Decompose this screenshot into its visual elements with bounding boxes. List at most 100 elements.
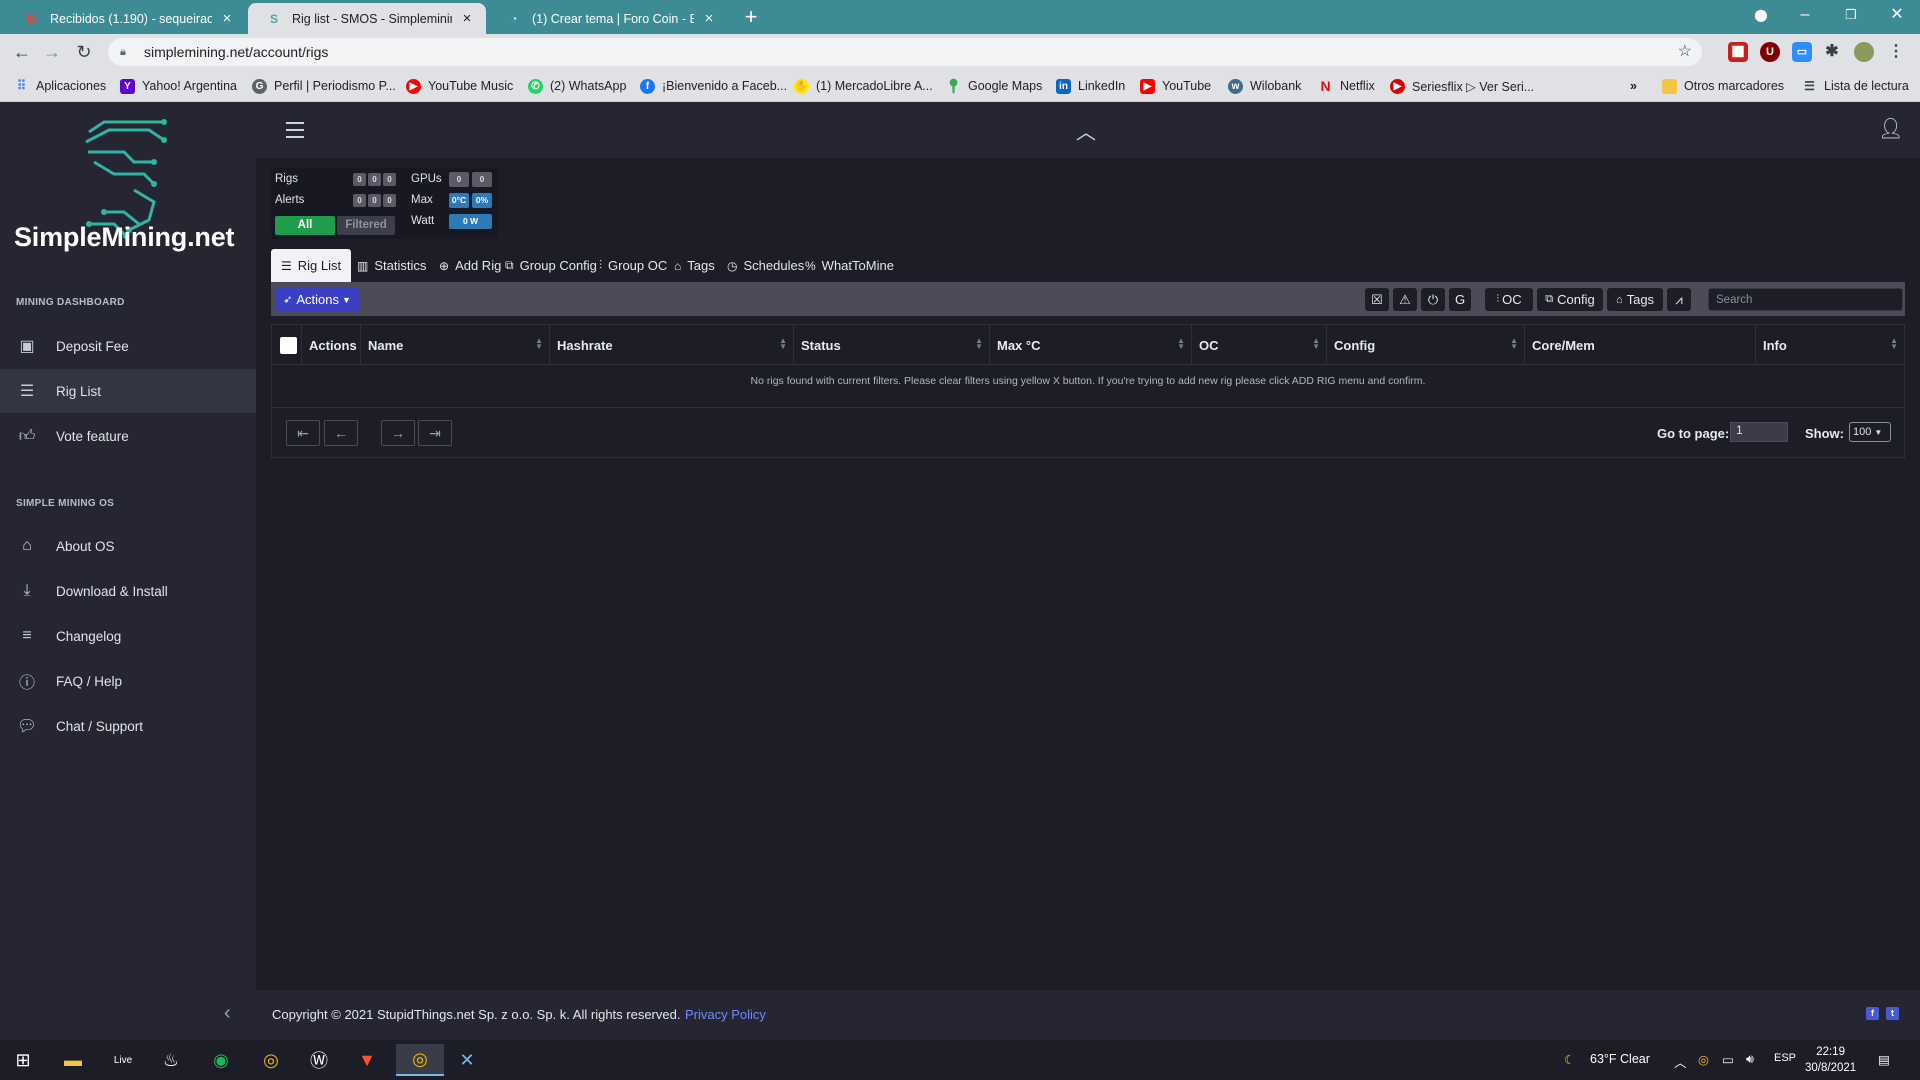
weather-text[interactable]: 63°F Clear [1590,1052,1650,1066]
wordpad-icon[interactable]: Ⓦ [302,1044,336,1076]
clock[interactable]: 22:19 30/8/2021 [1805,1044,1856,1076]
language-indicator[interactable]: ESP [1774,1052,1796,1064]
minimize-button[interactable]: – [1782,0,1828,30]
chevron-up-icon[interactable]: ︿ [1076,116,1096,145]
twitter-icon[interactable]: t [1886,1007,1899,1020]
bookmarks-overflow-button[interactable]: » [1630,78,1637,94]
bookmark-mercadolibre[interactable]: ✋ (1) MercadoLibre A... [794,78,933,94]
chart-view-button[interactable]: ⩘ [1667,288,1691,311]
star-icon[interactable]: ☆ [1678,41,1692,61]
sidebar-item-changelog[interactable]: ≡ Changelog [0,614,256,658]
browser-tab-forocoin[interactable]: ◔ (1) Crear tema | Foro Coin - B Bit × [488,3,728,34]
reading-list[interactable]: ☰ Lista de lectura [1802,78,1909,94]
spotify-icon[interactable]: ◉ [204,1044,238,1076]
power-filter-button[interactable]: ⏻ [1421,288,1445,311]
actions-dropdown-button[interactable]: ➶ Actions ▼ [275,288,359,311]
bookmark-wilobank[interactable]: w Wilobank [1228,78,1301,94]
chrome-tray-icon[interactable]: ◎ [1698,1052,1709,1067]
alert-filter-button[interactable]: ⚠ [1393,288,1417,311]
bookmark-netflix[interactable]: N Netflix [1318,78,1374,94]
network-icon[interactable]: ▭ [1722,1052,1734,1067]
brave-icon[interactable]: ▼ [350,1044,384,1076]
back-arrow-icon[interactable]: ← [10,40,34,64]
previous-page-icon[interactable]: ← [324,420,358,446]
bookmark-youtube-music[interactable]: ▶ YouTube Music [406,78,513,94]
column-header-status[interactable]: Status ▲ ▼ [794,325,990,365]
close-tab-icon[interactable]: × [218,10,236,27]
page-number-input[interactable]: 1 [1730,422,1788,442]
zoom-extension-icon[interactable]: ▭ [1792,42,1812,62]
file-explorer-icon[interactable]: ▬ [56,1044,90,1076]
search-input[interactable] [1708,288,1903,311]
last-page-icon[interactable]: ⇥ [418,420,452,446]
profile-avatar[interactable] [1854,42,1874,62]
bookmark-google-maps[interactable]: 📍︎ Google Maps [945,78,1043,94]
column-header-info[interactable]: Info ▲ ▼ [1756,325,1904,365]
reload-icon[interactable]: ↻ [72,40,96,64]
privacy-policy-link[interactable]: Privacy Policy [685,1007,766,1022]
next-page-icon[interactable]: → [381,420,415,446]
clear-filters-button[interactable]: ☒ [1365,288,1389,311]
column-header-oc[interactable]: OC ▲ ▼ [1192,325,1327,365]
tray-overflow-icon[interactable]: ︿ [1674,1052,1687,1071]
hamburger-menu-icon[interactable] [286,122,304,143]
tab-rig-list[interactable]: ☰ Rig List [271,249,352,282]
forward-arrow-icon[interactable]: → [40,40,64,64]
browser-tab-simplemining[interactable]: S Rig list - SMOS - Simplemining.n × [248,3,486,34]
page-size-select[interactable]: 100 ▼ [1849,422,1891,442]
collapse-sidebar-chevron-icon[interactable]: ‹ [224,1002,231,1025]
tags-filter-button[interactable]: ⌂ Tags [1607,288,1663,311]
column-header-name[interactable]: Name ▲ ▼ [361,325,550,365]
close-tab-icon[interactable]: × [700,10,718,27]
column-header-hashrate[interactable]: Hashrate ▲ ▼ [550,325,794,365]
filter-filtered-button[interactable]: Filtered [337,216,395,235]
tab-search-icon[interactable]: ⬤ [1738,0,1784,30]
bookmark-linkedin[interactable]: in LinkedIn [1056,78,1125,94]
column-header-config[interactable]: Config ▲ ▼ [1327,325,1525,365]
tab-whattomine[interactable]: % WhatToMine [795,249,904,282]
bookmark-facebook[interactable]: f ¡Bienvenido a Faceb... [640,78,787,94]
sidebar-item-about-os[interactable]: ⌂ About OS [0,524,256,568]
close-window-button[interactable]: ✕ [1874,0,1920,30]
sidebar-item-vote-feature[interactable]: 👍︎ Vote feature [0,414,256,458]
pdf-extension-icon[interactable]: ⬛︎ [1728,42,1748,62]
sidebar-item-deposit-fee[interactable]: ▣ Deposit Fee [0,324,256,368]
notifications-icon[interactable]: ▤ [1878,1052,1890,1067]
tab-tags[interactable]: ⌂ Tags [664,249,725,282]
other-bookmarks[interactable]: Otros marcadores [1662,78,1784,94]
facebook-icon[interactable]: f [1866,1007,1879,1020]
new-tab-button[interactable]: + [737,3,765,31]
volume-icon[interactable]: 🔊︎ [1746,1052,1754,1067]
column-header-max-temp[interactable]: Max °C ▲ ▼ [990,325,1192,365]
sidebar-item-download-install[interactable]: ⤓ Download & Install [0,569,256,613]
moon-weather-icon[interactable]: ☾ [1564,1052,1575,1067]
chrome-active-icon[interactable]: ◎ [396,1044,444,1076]
sidebar-item-faq-help[interactable]: ⓘ FAQ / Help [0,659,256,703]
bookmark-whatsapp[interactable]: ✆ (2) WhatsApp [528,78,626,94]
browser-tab-gmail[interactable]: M Recibidos (1.190) - sequeiraosval × [6,3,246,34]
g-filter-button[interactable]: G [1449,288,1471,311]
url-field[interactable]: 🔒︎ simplemining.net/account/rigs ☆ [108,38,1702,66]
filter-all-button[interactable]: All [275,216,335,235]
steam-icon[interactable]: ♨ [154,1044,188,1076]
bookmark-seriesflix[interactable]: ▶ Seriesflix ▷ Ver Seri... [1390,78,1534,94]
chrome-icon[interactable]: ◎ [254,1044,288,1076]
sidebar-item-chat-support[interactable]: 💬︎ Chat / Support [0,704,256,748]
config-filter-button[interactable]: ⧉ Config [1537,288,1603,311]
sidebar-item-rig-list[interactable]: ☰ Rig List [0,369,256,413]
user-settings-icon[interactable]: 👤︎ [1878,116,1903,141]
first-page-icon[interactable]: ⇤ [286,420,320,446]
bookmark-aplicaciones[interactable]: ⠿ Aplicaciones [14,78,106,94]
oc-filter-button[interactable]: ⫶ OC [1485,288,1533,311]
menu-kebab-icon[interactable]: ⋮ [1886,42,1906,62]
close-tab-icon[interactable]: × [458,10,476,27]
restore-button[interactable]: ❐ [1828,0,1874,30]
tab-statistics[interactable]: ▥ Statistics [347,249,436,282]
brand-name[interactable]: SimpleMining.net [14,222,235,253]
puzzle-extensions-icon[interactable]: ✱ [1822,42,1842,62]
bookmark-yahoo[interactable]: Y Yahoo! Argentina [120,78,237,94]
remote-app-icon[interactable]: ✕ [450,1044,484,1076]
bookmark-youtube[interactable]: ▶ YouTube [1140,78,1211,94]
ublock-icon[interactable]: U [1760,42,1780,62]
live-app-icon[interactable]: Live [106,1044,140,1076]
